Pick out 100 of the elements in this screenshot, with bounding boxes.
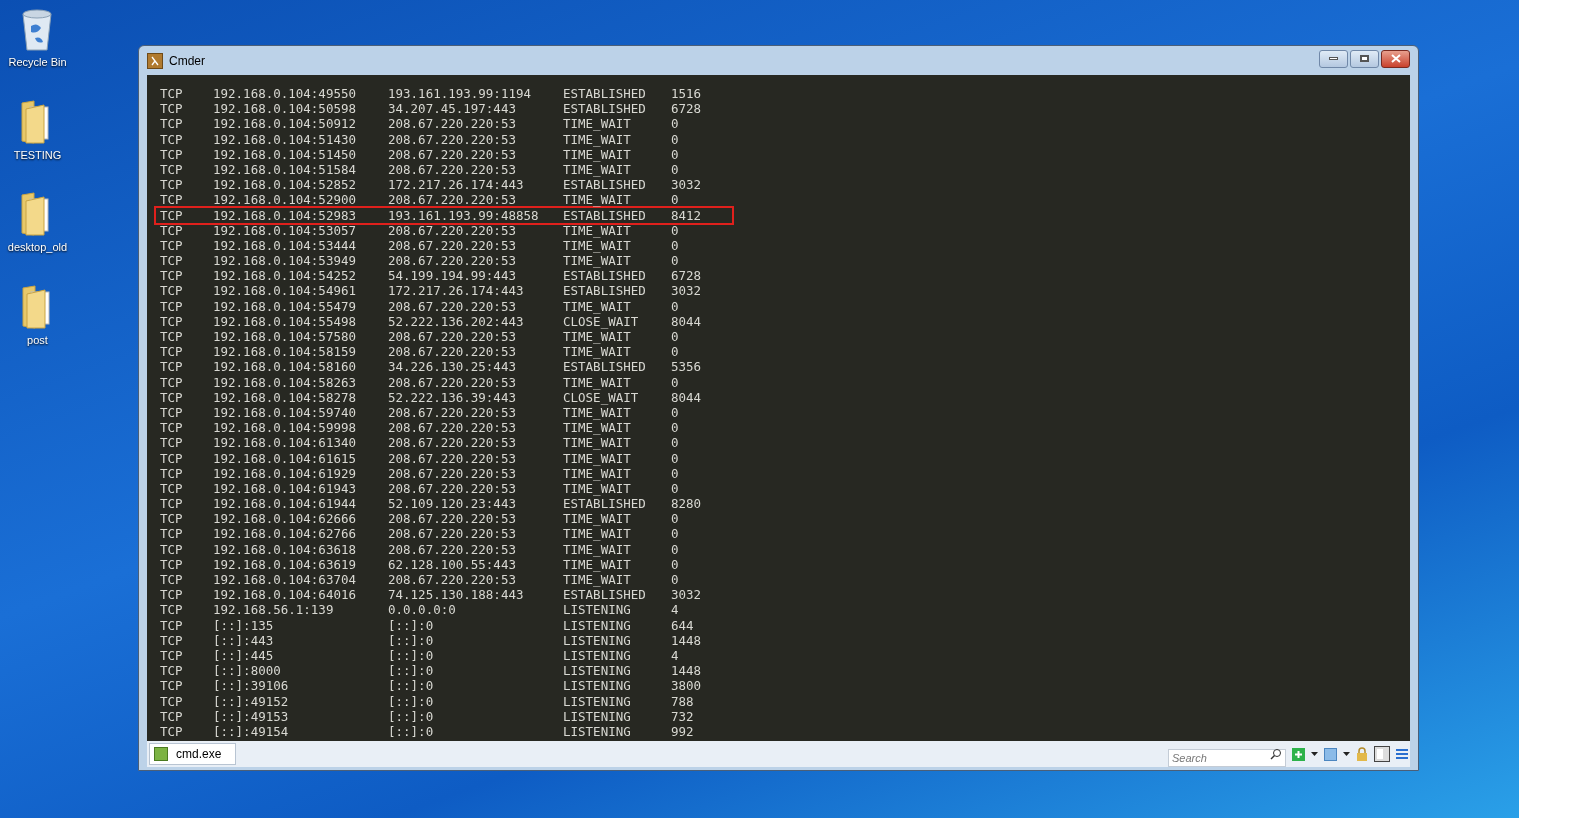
add-console-icon[interactable] [1292,747,1305,761]
table-cell: 5356 [671,359,702,375]
table-cell-text: TCP [160,617,184,633]
table-cell-text: 208.67.220.220:53 [388,192,517,208]
table-cell-text: ESTABLISHED [563,86,647,102]
table-cell-text: LISTENING [563,663,632,679]
table-cell: 0 [671,420,679,436]
table-cell-text: ESTABLISHED [563,101,647,117]
search-icon [1270,748,1282,760]
panel-layout-icon[interactable] [1374,746,1390,762]
table-cell: 0 [671,192,679,208]
table-cell-text: [::]:0 [388,663,435,679]
table-cell-text: TCP [160,678,184,694]
table-cell-text: TCP [160,237,184,254]
table-cell-text: CLOSE_WAIT [563,389,640,405]
table-cell-text: 34.226.130.25:443 [388,359,517,375]
table-cell-text: TCP [160,177,184,193]
table-cell-text: TIME_WAIT [563,556,632,572]
table-cell-text: TCP [160,329,184,345]
desktop-icon-label[interactable]: TESTING [13,146,62,163]
table-cell-text: [::]:39106 [213,678,290,694]
table-cell-text: LISTENING [563,617,632,633]
maximize-button[interactable] [1350,49,1379,68]
table-cell-text: [::]:0 [388,647,435,664]
table-cell: 0 [671,480,679,497]
table-cell-text: ESTABLISHED [563,177,647,193]
table-cell-text: 192.168.0.104:51430 [213,131,357,147]
table-cell-text: TCP [160,268,184,284]
lock-icon[interactable] [1356,747,1368,761]
table-cell-text: 192.168.0.104:59740 [213,404,357,421]
table-cell-text: [::]:0 [388,632,435,648]
table-cell-text: TCP [160,359,184,375]
table-cell-text: 192.168.0.104:54252 [213,268,357,284]
table-cell: 6728 [671,101,702,117]
table-cell: 0 [671,146,679,162]
table-cell-text: TCP [160,404,184,421]
table-cell-text: TIME_WAIT [563,222,632,238]
desktop-icon-label[interactable]: Recycle Bin [8,54,67,71]
table-cell-text: 192.168.0.104:50598 [213,101,357,117]
table-cell: 1516 [671,86,702,102]
table-cell-text: TIME_WAIT [563,374,632,390]
table-cell-text: TCP [160,161,184,178]
table-cell-text: 192.168.0.104:52852 [213,177,357,193]
table-cell-text: TIME_WAIT [563,420,632,436]
table-cell-text: 192.168.0.104:50912 [213,116,357,132]
console-list-icon[interactable] [1324,747,1337,761]
desktop-icon-label[interactable]: desktop_old [7,239,68,256]
table-cell-text: 192.168.0.104:61943 [213,480,357,497]
close-button[interactable] [1381,49,1410,68]
table-cell-text: ESTABLISHED [563,359,647,375]
table-cell-text: TCP [160,647,184,664]
table-cell-text: 208.67.220.220:53 [388,480,517,497]
table-cell-text: 192.168.0.104:53949 [213,253,357,269]
table-cell-text: [::]:49153 [213,708,290,724]
table-cell-text: TIME_WAIT [563,572,632,588]
desktop-icon-label[interactable]: post [27,331,48,348]
table-cell-text: 192.168.0.104:52983 [213,207,357,223]
table-cell-text: TCP [160,480,184,497]
table-cell-text: TCP [160,556,184,572]
table-cell-text: 192.168.0.104:63618 [213,541,357,557]
table-cell-text: 208.67.220.220:53 [388,572,517,588]
table-cell-text: 208.67.220.220:53 [388,237,517,254]
table-cell-text: TIME_WAIT [563,480,632,497]
table-cell-text: TCP [160,511,184,527]
console-tab[interactable]: cmd.exe [149,743,237,765]
caret-icon[interactable] [1311,752,1318,756]
table-cell-text: TCP [160,723,184,740]
caret-icon[interactable] [1343,752,1350,756]
table-cell-text: TCP [160,526,184,542]
table-cell-text: 192.168.0.104:63704 [213,572,357,588]
table-cell: 1448 [671,663,702,679]
table-cell-text: 208.67.220.220:53 [388,511,517,527]
table-cell-text: 208.67.220.220:53 [388,420,517,436]
table-cell-text: 208.67.220.220:53 [388,450,517,466]
table-cell-text: 208.67.220.220:53 [388,131,517,147]
table-cell-text: 192.168.0.104:59998 [213,420,357,436]
table-cell-text: 208.67.220.220:53 [388,465,517,481]
table-cell-text: [::]:0 [388,617,435,633]
table-cell-text: TIME_WAIT [563,329,632,345]
minimize-button[interactable] [1319,49,1348,68]
table-cell-text: TCP [160,420,184,436]
table-cell: 0 [671,404,679,421]
table-cell-text: 208.67.220.220:53 [388,541,517,557]
menu-icon[interactable] [1396,748,1408,760]
table-cell-text: 192.168.0.104:58278 [213,389,357,405]
search-field[interactable]: Search [1168,749,1286,767]
table-cell: 8044 [671,313,702,329]
close-icon [1390,54,1401,63]
table-cell-text: TIME_WAIT [563,237,632,254]
table-cell: 0 [671,511,679,527]
table-cell-text: 208.67.220.220:53 [388,161,517,178]
table-cell-text: TIME_WAIT [563,146,632,162]
table-cell-text: TCP [160,313,184,329]
table-cell-text: 192.168.0.104:53444 [213,237,357,254]
table-cell: 0 [671,526,679,542]
table-cell-text: 192.168.56.1:139 [213,602,335,618]
table-cell-text: ESTABLISHED [563,496,647,512]
table-cell-text: 208.67.220.220:53 [388,222,517,238]
table-cell-text: 192.168.0.104:63619 [213,556,357,572]
table-cell-text: 192.168.0.104:64016 [213,587,357,603]
